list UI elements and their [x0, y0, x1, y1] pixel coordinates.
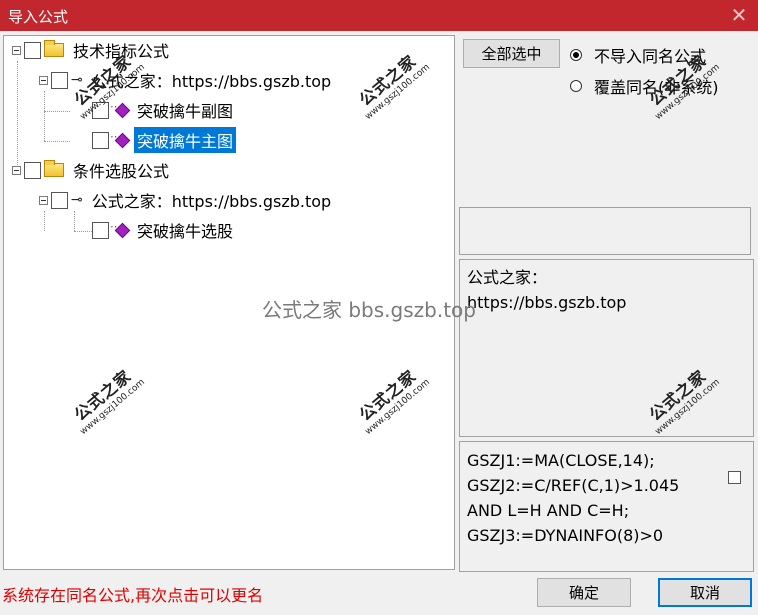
- tree-connector: [74, 211, 75, 231]
- tree-node-label: 突破擒牛选股: [137, 222, 234, 241]
- code-line: GSZJ3:=DYNAINFO(8)>0: [467, 526, 664, 545]
- tree-connector: [44, 111, 70, 112]
- collapse-icon[interactable]: [39, 75, 48, 85]
- code-line: AND L=H AND C=H;: [467, 501, 630, 520]
- title-bar: 导入公式 ✕: [0, 0, 758, 31]
- tree-node-stock-selection[interactable]: 条件选股公式: [12, 159, 172, 181]
- tree-connector: [17, 61, 18, 171]
- key-icon: ⊸: [71, 192, 83, 208]
- checkbox[interactable]: [92, 101, 109, 119]
- tree-node-gszb-indicator[interactable]: ⊸ 公式之家：https://bbs.gszb.top: [39, 69, 334, 91]
- folder-icon: [44, 40, 64, 57]
- radio-overwrite[interactable]: 覆盖同名(非系统): [570, 74, 719, 98]
- tree-node-label: 公式之家：https://bbs.gszb.top: [91, 72, 332, 91]
- radio-button-checked[interactable]: [570, 49, 582, 61]
- formula-gem-icon: [110, 100, 128, 117]
- tree-node-selection-formula[interactable]: 突破擒牛选股: [92, 219, 236, 241]
- collapse-icon[interactable]: [12, 165, 21, 175]
- radio-button[interactable]: [570, 80, 582, 92]
- collapse-icon[interactable]: [39, 195, 48, 205]
- tree-node-label: 条件选股公式: [73, 162, 170, 181]
- tree-node-label: 突破擒牛副图: [137, 102, 234, 121]
- tree-connector: [44, 141, 70, 142]
- code-checkbox[interactable]: [728, 471, 741, 484]
- tree-node-label-selected: 突破擒牛主图: [134, 127, 237, 153]
- formula-description: 公式之家： https://bbs.gszb.top: [467, 265, 626, 315]
- checkbox[interactable]: [92, 221, 109, 239]
- tree-node-main-chart[interactable]: 突破擒牛主图: [92, 127, 237, 153]
- tree-connector: [74, 231, 94, 232]
- code-scrollbar[interactable]: [724, 442, 753, 571]
- tree-connector: [44, 211, 45, 231]
- window-title: 导入公式: [8, 8, 69, 26]
- checkbox[interactable]: [92, 131, 109, 149]
- checkbox[interactable]: [51, 71, 68, 89]
- radio-label: 不导入同名公式: [594, 47, 707, 66]
- name-field-box: [459, 207, 751, 255]
- code-line: GSZJ1:=MA(CLOSE,14);: [467, 451, 655, 470]
- folder-icon: [44, 160, 64, 177]
- checkbox[interactable]: [24, 41, 41, 59]
- close-icon[interactable]: ✕: [726, 2, 752, 28]
- tree-node-label: 公式之家：https://bbs.gszb.top: [91, 192, 332, 211]
- formula-code: GSZJ1:=MA(CLOSE,14); GSZJ2:=C/REF(C,1)>1…: [467, 448, 679, 548]
- tree-node-indicator-formulas[interactable]: 技术指标公式: [12, 39, 172, 61]
- collapse-icon[interactable]: [12, 45, 21, 55]
- tree-node-label: 技术指标公式: [73, 42, 170, 61]
- tree-node-gszb-selection[interactable]: ⊸ 公式之家：https://bbs.gszb.top: [39, 189, 334, 211]
- formula-gem-icon: [110, 130, 128, 147]
- description-line: https://bbs.gszb.top: [467, 293, 627, 312]
- tree-node-sub-chart[interactable]: 突破擒牛副图: [92, 99, 236, 121]
- select-all-button[interactable]: 全部选中: [463, 39, 560, 68]
- cancel-button[interactable]: 取消: [658, 578, 752, 607]
- status-message: 系统存在同名公式,再次点击可以更名: [2, 586, 264, 605]
- radio-no-import[interactable]: 不导入同名公式: [570, 43, 706, 67]
- ok-button[interactable]: 确定: [537, 578, 631, 607]
- checkbox[interactable]: [24, 161, 41, 179]
- code-line: GSZJ2:=C/REF(C,1)>1.045: [467, 476, 680, 495]
- formula-gem-icon: [110, 220, 128, 237]
- key-icon: ⊸: [71, 72, 83, 88]
- center-watermark: 公式之家 bbs.gszb.top: [262, 298, 476, 322]
- radio-label: 覆盖同名(非系统): [594, 78, 719, 97]
- tree-connector: [44, 91, 45, 141]
- description-line: 公式之家：: [467, 268, 548, 287]
- checkbox[interactable]: [51, 191, 68, 209]
